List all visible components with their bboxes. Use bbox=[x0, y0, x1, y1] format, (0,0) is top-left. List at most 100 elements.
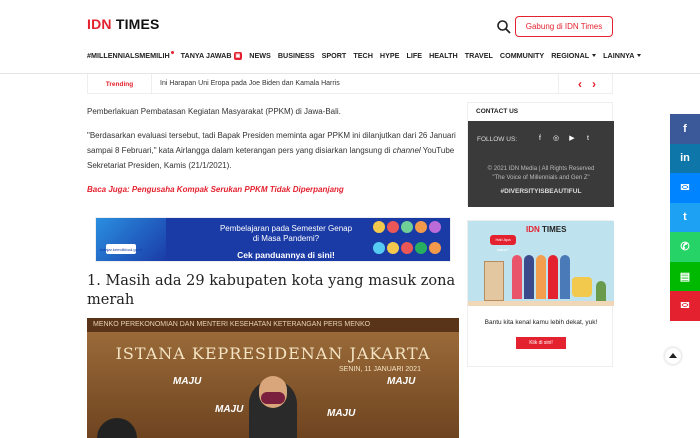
ad-logo-times: TIMES bbox=[542, 225, 567, 234]
idn-times-logo[interactable]: IDN TIMES bbox=[87, 16, 160, 32]
nav-item-health[interactable]: HEALTH bbox=[429, 51, 458, 60]
twitter-icon[interactable]: t bbox=[670, 202, 700, 232]
youtube-icon[interactable]: ▶ bbox=[568, 135, 576, 143]
student-figure bbox=[401, 241, 413, 254]
nav-item-life[interactable]: LIFE bbox=[406, 51, 422, 60]
chevron-right-icon[interactable]: › bbox=[592, 77, 596, 91]
email-icon[interactable]: ✉ bbox=[670, 291, 700, 321]
plant-illustration bbox=[596, 281, 606, 301]
nav-item-tech[interactable]: TECH bbox=[353, 51, 373, 60]
article-paragraph: Pemberlakuan Pembatasan Kegiatan Masyara… bbox=[87, 107, 341, 116]
kemdikbud-banner[interactable]: belajar.kemdikbud.go.id Pembelajaran pad… bbox=[95, 217, 451, 262]
read-also-link[interactable]: Baca Juga: Pengusaha Kompak Serukan PPKM… bbox=[87, 182, 459, 197]
banner-wave bbox=[96, 218, 166, 261]
student-figure bbox=[415, 241, 427, 254]
paragraph-italic: channel bbox=[392, 146, 421, 155]
social-links: f ◎ ▶ t bbox=[536, 135, 592, 143]
character-figure bbox=[560, 255, 570, 299]
linkedin-icon[interactable]: in bbox=[670, 143, 700, 173]
maju-text: MAJU bbox=[215, 404, 244, 415]
character-figure bbox=[536, 255, 546, 299]
nav-item-news[interactable]: NEWS bbox=[249, 51, 271, 60]
banner-line: di Masa Pandemi? bbox=[252, 234, 320, 243]
student-figure bbox=[429, 241, 441, 254]
character-figure bbox=[548, 255, 558, 299]
kemdikbud-logo: belajar.kemdikbud.go.id bbox=[100, 244, 142, 254]
join-button[interactable]: Gabung di IDN Times bbox=[515, 16, 613, 37]
nav-item-business[interactable]: BUSINESS bbox=[278, 51, 315, 60]
photo-caption-strip: MENKO PEREKONOMIAN DAN MENTERI KESEHATAN… bbox=[87, 318, 459, 332]
copyright-line: © 2021 IDN Media | All Rights Reserved bbox=[487, 166, 595, 172]
share-bar: f in ✉ t ✆ ▤ ✉ bbox=[670, 114, 700, 321]
sidebar: CONTACT US FOLLOW US: f ◎ ▶ t © 2021 IDN… bbox=[467, 102, 614, 367]
ad-logo: IDN TIMES bbox=[526, 225, 566, 234]
site-header: IDN TIMES Gabung di IDN Times #MILLENNIA… bbox=[0, 0, 700, 74]
facebook-icon[interactable]: f bbox=[670, 114, 700, 144]
student-figure bbox=[373, 221, 385, 233]
ad-text: Bantu kita kenal kamu lebih dekat, yuk! bbox=[484, 319, 598, 326]
bookshelf-illustration bbox=[484, 261, 504, 301]
nav-item-sport[interactable]: SPORT bbox=[322, 51, 347, 60]
nav-item-community[interactable]: COMMUNITY bbox=[500, 51, 544, 60]
twitter-icon[interactable]: t bbox=[584, 135, 592, 143]
student-figure bbox=[429, 221, 441, 233]
line-icon[interactable]: ▤ bbox=[670, 261, 700, 291]
photo-wall-title: ISTANA KEPRESIDENAN JAKARTA bbox=[115, 344, 431, 363]
chat-badge-icon: ▣ bbox=[233, 51, 243, 60]
copyright-line: "The Voice of Millennials and Gen Z" bbox=[492, 175, 590, 181]
follow-us-label: FOLLOW US: bbox=[477, 136, 518, 143]
messenger-icon[interactable]: ✉ bbox=[670, 173, 700, 203]
chevron-down-icon bbox=[592, 54, 597, 57]
banner-students-image bbox=[370, 218, 450, 261]
chevron-down-icon bbox=[637, 54, 642, 57]
contact-box: CONTACT US FOLLOW US: f ◎ ▶ t © 2021 IDN… bbox=[467, 102, 614, 207]
nav-label: REGIONAL bbox=[551, 51, 590, 60]
nav-item-millennialsmemilih[interactable]: #MILLENNIALSMEMILIH bbox=[87, 51, 174, 60]
student-figure bbox=[387, 221, 399, 233]
nav-label: TANYA JAWAB bbox=[180, 51, 232, 60]
press-conference-photo: MENKO PEREKONOMIAN DAN MENTERI KESEHATAN… bbox=[87, 318, 459, 438]
search-icon[interactable] bbox=[496, 19, 512, 35]
ad-speech-bubble: Hai! Apa kabar? bbox=[490, 235, 516, 252]
floor-illustration bbox=[468, 301, 614, 306]
photo-wall-date: SENIN, 11 JANUARI 2021 bbox=[339, 366, 421, 373]
article-paragraph: "Berdasarkan evaluasi tersebut, tadi Bap… bbox=[87, 128, 459, 173]
nav-item-hype[interactable]: HYPE bbox=[380, 51, 400, 60]
character-figure bbox=[512, 255, 522, 299]
nav-label: LAINNYA bbox=[603, 51, 635, 60]
nav-item-regional[interactable]: REGIONAL bbox=[551, 51, 597, 60]
instagram-icon[interactable]: ◎ bbox=[552, 135, 560, 143]
face-mask bbox=[261, 392, 285, 404]
nav-item-tanya-jawab[interactable]: TANYA JAWAB ▣ bbox=[181, 51, 243, 60]
whatsapp-icon[interactable]: ✆ bbox=[670, 232, 700, 262]
idn-times-ad[interactable]: IDN TIMES Hai! Apa kabar? Bantu kita ken… bbox=[467, 220, 614, 367]
student-figure bbox=[373, 241, 385, 254]
trending-headline[interactable]: Ini Harapan Uni Eropa pada Joe Biden dan… bbox=[160, 80, 340, 87]
scroll-to-top-button[interactable] bbox=[665, 348, 681, 364]
maju-text: MAJU bbox=[327, 408, 356, 419]
contact-title[interactable]: CONTACT US bbox=[468, 103, 612, 121]
main-nav: #MILLENNIALSMEMILIH TANYA JAWAB ▣ NEWS BU… bbox=[87, 51, 642, 60]
section-heading: 1. Masih ada 29 kabupaten kota yang masu… bbox=[87, 273, 456, 308]
character-figure bbox=[524, 255, 534, 299]
logo-times-text: TIMES bbox=[115, 16, 160, 32]
nav-item-lainnya[interactable]: LAINNYA bbox=[603, 51, 642, 60]
maju-text: MAJU bbox=[173, 376, 202, 387]
nav-label: #MILLENNIALSMEMILIH bbox=[87, 51, 170, 60]
chevron-up-icon bbox=[669, 353, 677, 358]
article-body: Pemberlakuan Pembatasan Kegiatan Masyara… bbox=[87, 104, 459, 206]
chair-illustration bbox=[572, 277, 592, 297]
banner-headline: Pembelajaran pada Semester Genap di Masa … bbox=[196, 224, 376, 244]
trending-arrows: ‹ › bbox=[558, 74, 615, 94]
trending-label: Trending bbox=[88, 74, 152, 94]
nav-item-travel[interactable]: TRAVEL bbox=[465, 51, 493, 60]
ad-button[interactable]: Klik di sini! bbox=[516, 337, 566, 349]
chevron-left-icon[interactable]: ‹ bbox=[578, 77, 582, 91]
live-dot-icon bbox=[170, 51, 174, 54]
banner-line: Pembelajaran pada Semester Genap bbox=[219, 224, 353, 233]
hashtag-text: #DIVERSITYISBEAUTIFUL bbox=[500, 188, 582, 195]
student-figure bbox=[401, 221, 413, 233]
trending-bar: Trending Ini Harapan Uni Eropa pada Joe … bbox=[87, 74, 613, 94]
facebook-icon[interactable]: f bbox=[536, 135, 544, 143]
ad-logo-idn: IDN bbox=[526, 225, 540, 234]
